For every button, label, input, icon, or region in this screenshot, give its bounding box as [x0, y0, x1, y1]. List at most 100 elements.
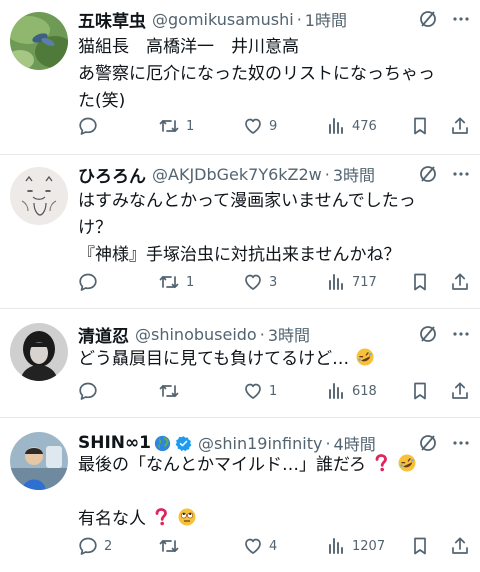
- reply-icon: [78, 536, 98, 556]
- tweet-actions: 1 9 476: [78, 116, 470, 138]
- reply-icon: [78, 381, 98, 401]
- like-button[interactable]: 3: [243, 272, 277, 292]
- tweet[interactable]: 五味草虫 @gomikusamushi · 1時間 猫組長 高橋洋一 井川意高 …: [0, 0, 480, 155]
- retweet-icon: [158, 536, 180, 556]
- user-handle[interactable]: @AKJDbGek7Y6kZ2w: [152, 165, 322, 184]
- tweet-text: 最後の「なんとかマイルド…」誰だろ 有名な人: [78, 452, 468, 533]
- share-icon: [450, 272, 470, 292]
- timestamp[interactable]: 3時間: [333, 162, 375, 186]
- view-count: 618: [352, 383, 377, 399]
- bookmark-button[interactable]: [410, 272, 430, 292]
- share-button[interactable]: [450, 536, 470, 556]
- retweet-icon: [158, 272, 180, 292]
- heart-icon: [243, 536, 263, 556]
- more-options-icon[interactable]: [452, 9, 470, 33]
- display-name[interactable]: SHIN∞1: [78, 433, 151, 453]
- user-handle[interactable]: @shinobuseido: [135, 325, 257, 344]
- grok-icon[interactable]: [418, 164, 438, 188]
- retweet-count: 1: [186, 274, 195, 290]
- retweet-button[interactable]: 1: [158, 272, 194, 292]
- avatar[interactable]: [10, 167, 68, 225]
- share-icon: [450, 536, 470, 556]
- tweet-text-span: どう贔屓目に見ても負けてるけど…: [78, 349, 350, 369]
- view-count: 476: [352, 118, 377, 134]
- retweet-icon: [158, 381, 180, 401]
- like-button[interactable]: 1: [243, 381, 277, 401]
- reply-button[interactable]: 2: [78, 536, 112, 556]
- display-name[interactable]: 五味草虫: [78, 7, 146, 32]
- tweet-text-span: 有名な人: [78, 509, 146, 529]
- display-name[interactable]: 清道忍: [78, 322, 129, 347]
- verified-badge-icon: [175, 435, 192, 451]
- views-icon: [326, 116, 346, 136]
- more-options-icon[interactable]: [452, 324, 470, 348]
- avatar[interactable]: [10, 432, 68, 490]
- reply-button[interactable]: [78, 272, 104, 292]
- red-question-mark-icon: [375, 454, 388, 472]
- user-handle[interactable]: @gomikusamushi: [152, 10, 294, 29]
- bookmark-icon: [410, 116, 430, 136]
- time-separator: ·: [259, 324, 265, 344]
- views-icon: [326, 272, 346, 292]
- like-count: 1: [269, 383, 278, 399]
- share-icon: [450, 116, 470, 136]
- share-button[interactable]: [450, 116, 470, 136]
- tweet-actions: 1 3 717: [78, 272, 470, 294]
- avatar[interactable]: [10, 323, 68, 381]
- like-count: 3: [269, 274, 278, 290]
- reply-button[interactable]: [78, 381, 104, 401]
- bookmark-button[interactable]: [410, 536, 430, 556]
- timestamp[interactable]: 3時間: [268, 322, 310, 346]
- bookmark-icon: [410, 272, 430, 292]
- reply-button[interactable]: [78, 116, 104, 136]
- view-count: 1207: [352, 538, 386, 554]
- heart-icon: [243, 381, 263, 401]
- tweet-text-line: あ警察に厄介になった奴のリストになっちゃっ: [78, 64, 435, 84]
- share-button[interactable]: [450, 272, 470, 292]
- bookmark-button[interactable]: [410, 116, 430, 136]
- retweet-button[interactable]: 1: [158, 116, 194, 136]
- tweet-actions: 2 4 1207: [78, 536, 470, 558]
- rofl-emoji-icon: [356, 348, 374, 366]
- red-question-mark-icon: [156, 508, 168, 526]
- bookmark-button[interactable]: [410, 381, 430, 401]
- like-button[interactable]: 9: [243, 116, 277, 136]
- view-count: 717: [352, 274, 377, 290]
- bookmark-icon: [410, 536, 430, 556]
- time-separator: ·: [296, 9, 302, 29]
- retweet-button[interactable]: [158, 381, 186, 401]
- retweet-button[interactable]: [158, 536, 186, 556]
- retweet-count: 1: [186, 118, 195, 134]
- views-icon: [326, 536, 346, 556]
- globe-emoji-icon: [154, 435, 171, 451]
- tweet[interactable]: SHIN∞1 @shin19infinity · 4時間 最後の「なんとかマイル…: [0, 418, 480, 572]
- tweet-header: 五味草虫 @gomikusamushi · 1時間: [78, 6, 470, 32]
- timestamp[interactable]: 1時間: [305, 7, 347, 31]
- grok-icon[interactable]: [418, 324, 438, 348]
- reply-icon: [78, 116, 98, 136]
- tweet-text-line: 猫組長 高橋洋一 井川意高: [78, 37, 299, 57]
- tweet-text: どう贔屓目に見ても負けてるけど…: [78, 346, 468, 373]
- reply-feed: 五味草虫 @gomikusamushi · 1時間 猫組長 高橋洋一 井川意高 …: [0, 0, 480, 572]
- views-button[interactable]: 618: [326, 381, 377, 401]
- eye-roll-emoji-icon: [178, 508, 196, 526]
- tweet-text-line: た(笑): [78, 91, 126, 111]
- views-button[interactable]: 1207: [326, 536, 385, 556]
- tweet[interactable]: 清道忍 @shinobuseido · 3時間 どう贔屓目に見ても負けてるけど…: [0, 309, 480, 418]
- display-name[interactable]: ひろろん: [78, 162, 146, 187]
- avatar[interactable]: [10, 12, 68, 70]
- tweet-text-line: はすみなんとかって漫画家いませんでしたっ: [78, 191, 416, 211]
- like-button[interactable]: 4: [243, 536, 277, 556]
- views-icon: [326, 381, 346, 401]
- views-button[interactable]: 476: [326, 116, 377, 136]
- like-count: 4: [269, 538, 278, 554]
- views-button[interactable]: 717: [326, 272, 377, 292]
- more-options-icon[interactable]: [452, 164, 470, 188]
- share-button[interactable]: [450, 381, 470, 401]
- grok-icon[interactable]: [418, 9, 438, 33]
- user-handle[interactable]: @shin19infinity: [198, 434, 322, 453]
- like-count: 9: [269, 118, 278, 134]
- rofl-emoji-icon: [398, 454, 416, 472]
- tweet[interactable]: ひろろん @AKJDbGek7Y6kZ2w · 3時間 はすみなんとかって漫画家…: [0, 155, 480, 309]
